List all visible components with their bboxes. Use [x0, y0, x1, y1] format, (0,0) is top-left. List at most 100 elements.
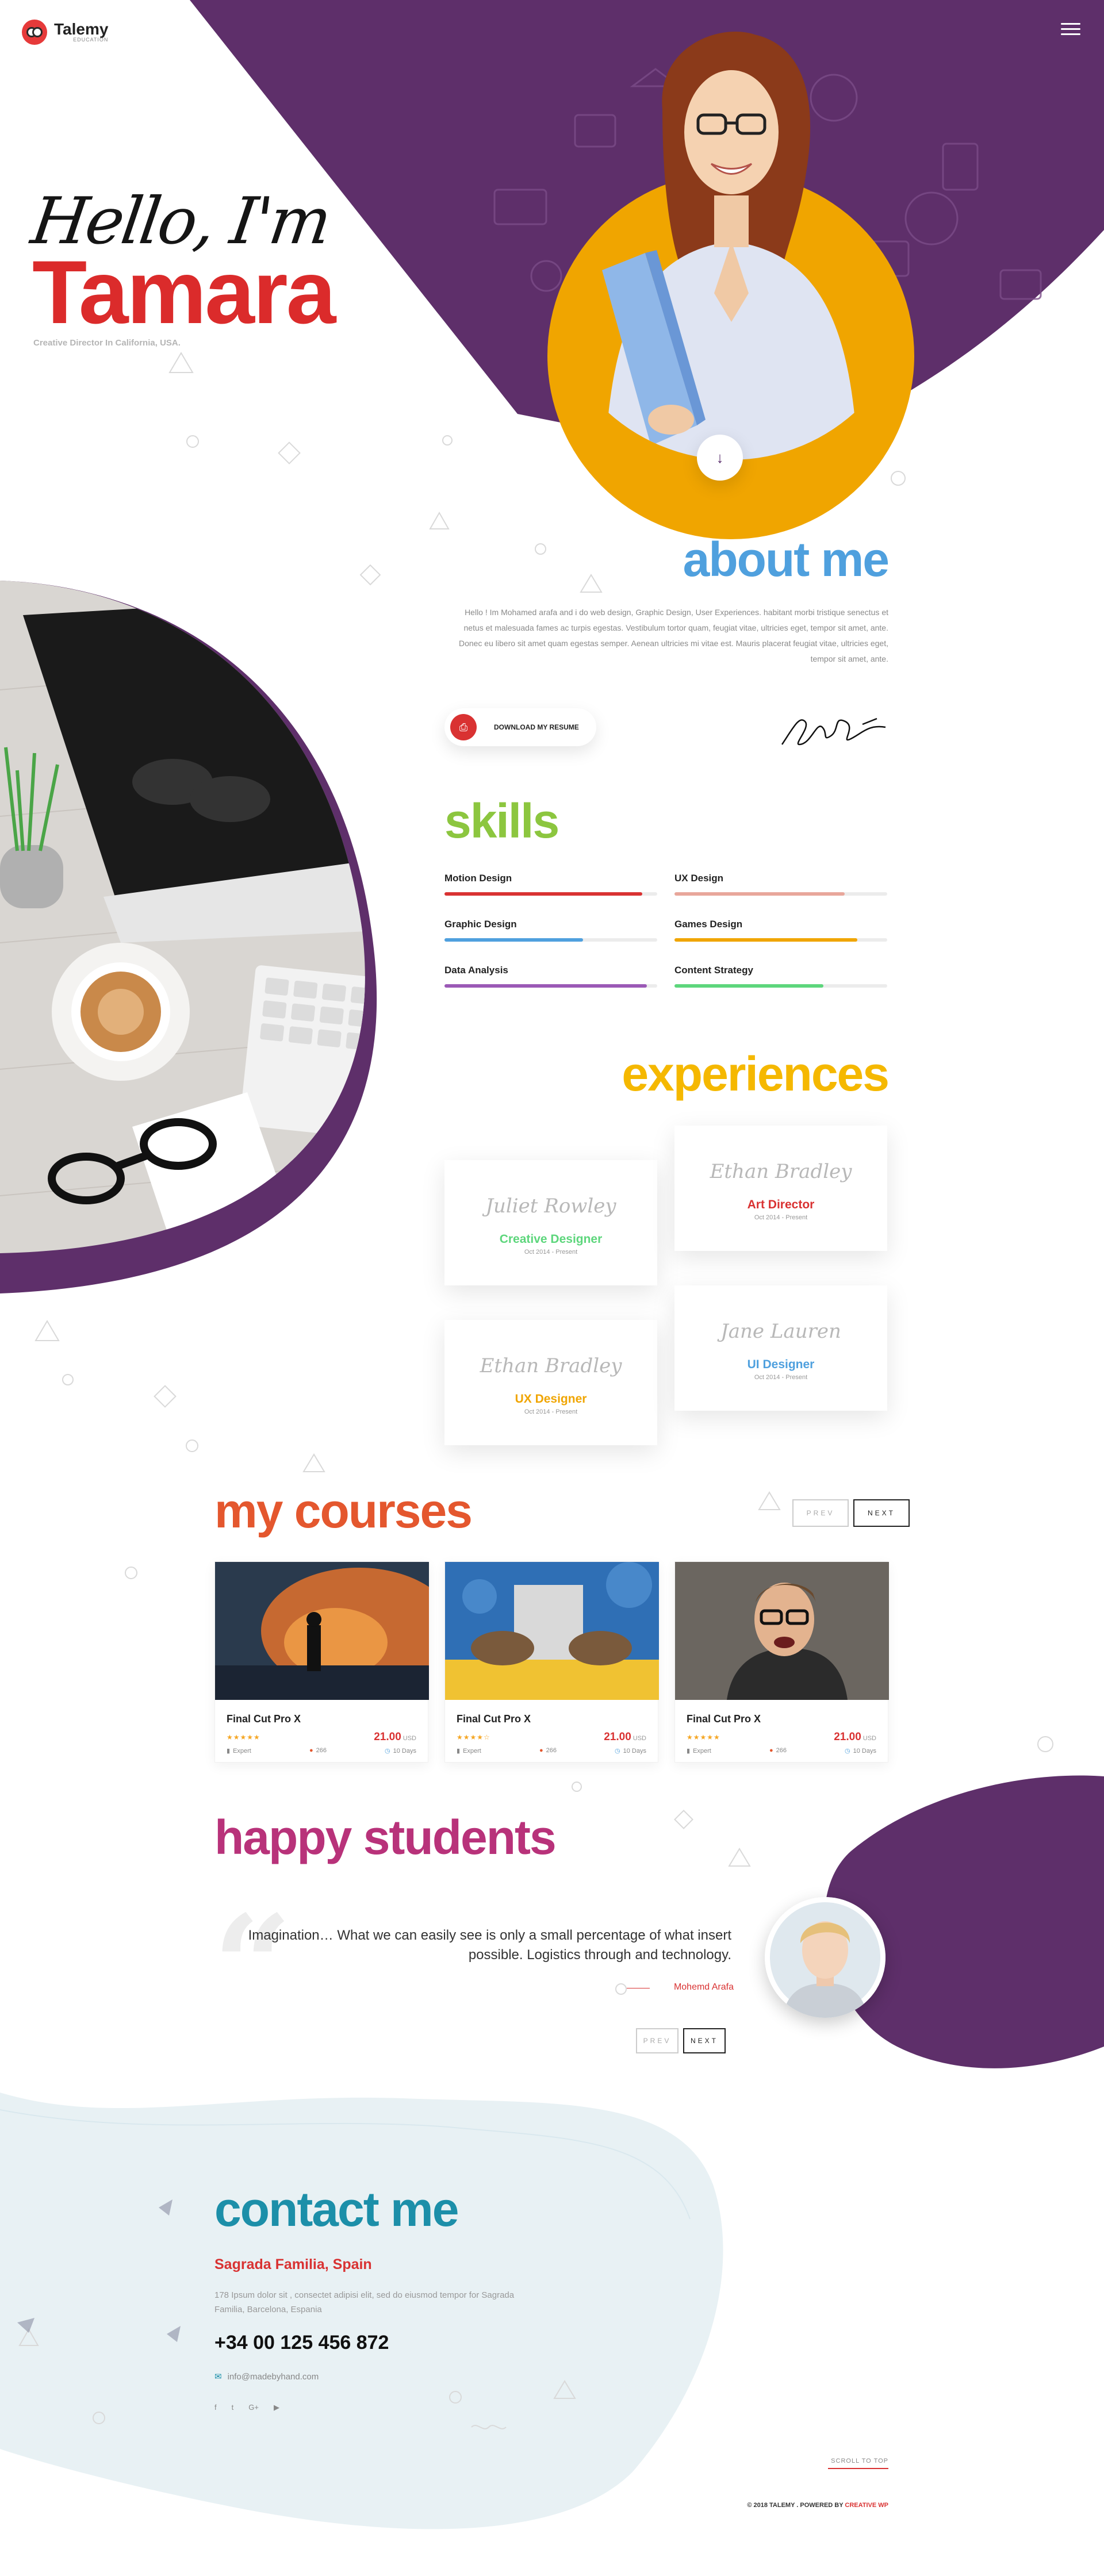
course-level: ▮ Expert — [687, 1748, 711, 1755]
course-students: ● 266 — [769, 1747, 787, 1754]
experience-card[interactable]: Juliet Rowley Creative Designer Oct 2014… — [444, 1160, 657, 1285]
skill-content-strategy: Content Strategy — [674, 965, 887, 988]
experience-card[interactable]: Jane Lauren UI Designer Oct 2014 - Prese… — [674, 1285, 887, 1411]
skill-label: Data Analysis — [444, 965, 508, 976]
arrow-down-icon: ↓ — [716, 448, 724, 466]
google-plus-icon[interactable]: G+ — [248, 2403, 259, 2412]
scroll-to-top-link[interactable]: SCROLL TO TOP — [828, 2458, 888, 2469]
owl-icon: ● — [769, 1747, 773, 1754]
courses-next-button[interactable]: NEXT — [853, 1499, 910, 1527]
skill-label: Content Strategy — [674, 965, 753, 976]
courses-prev-button[interactable]: PREV — [792, 1499, 849, 1527]
course-card[interactable]: Final Cut Pro X ★★★★★ 21.00 USD ▮ Expert ●… — [674, 1561, 889, 1763]
twitter-icon[interactable]: t — [232, 2403, 234, 2412]
testimonial-carousel-nav: PREV NEXT — [636, 2028, 726, 2053]
course-card[interactable]: Final Cut Pro X ★★★★☆ 21.00 USD ▮ Expert ●… — [444, 1561, 659, 1763]
experience-date: Oct 2014 - Present — [524, 1249, 578, 1256]
facebook-icon[interactable]: f — [214, 2403, 217, 2412]
experience-card[interactable]: Ethan Bradley UX Designer Oct 2014 - Pre… — [444, 1320, 657, 1445]
company-logo: Ethan Bradley — [710, 1160, 852, 1183]
course-duration: ◷ 10 Days — [845, 1748, 876, 1755]
logo[interactable]: Talemy EDUCATION — [22, 20, 108, 45]
course-name[interactable]: Final Cut Pro X — [457, 1713, 658, 1725]
course-image — [215, 1562, 457, 1700]
clock-icon: ◷ — [845, 1748, 850, 1755]
skill-label: Games Design — [674, 919, 743, 930]
testimonial-author: Mohemd Arafa — [673, 1982, 734, 1992]
experience-date: Oct 2014 - Present — [754, 1374, 808, 1381]
hero-name: Tamara — [32, 243, 336, 343]
skill-graphic-design: Graphic Design — [444, 919, 657, 942]
signal-icon: ▮ — [227, 1748, 231, 1755]
experience-role: Creative Designer — [499, 1233, 603, 1246]
course-rating: ★★★★★ — [687, 1733, 720, 1741]
owl-icon: ● — [309, 1747, 313, 1754]
skill-bar — [444, 984, 657, 988]
about-text: Hello ! Im Mohamed arafa and i do web de… — [458, 608, 888, 663]
social-links: f t G+ ▶ — [214, 2403, 279, 2412]
copyright: © 2018 TALEMY . POWERED BY CREATIVE WP — [747, 2502, 888, 2509]
owl-logo-icon — [22, 20, 47, 45]
logo-text: Talemy — [54, 20, 109, 38]
students-prev-button[interactable]: PREV — [636, 2028, 678, 2053]
quote-icon: “ — [213, 1885, 293, 2047]
course-price: 21.00 USD — [374, 1731, 416, 1743]
course-price: 21.00 USD — [604, 1731, 646, 1743]
courses-title: my courses — [214, 1484, 473, 1538]
envelope-icon: ✉ — [214, 2372, 222, 2382]
company-logo: Jane Lauren — [720, 1320, 841, 1343]
course-level: ▮ Expert — [457, 1748, 481, 1755]
course-level: ▮ Expert — [227, 1748, 251, 1755]
students-next-button[interactable]: NEXT — [683, 2028, 726, 2053]
experience-card[interactable]: Ethan Bradley Art Director Oct 2014 - Pr… — [674, 1126, 887, 1251]
about-title: about me — [683, 532, 890, 586]
experiences-title: experiences — [622, 1047, 890, 1101]
course-name[interactable]: Final Cut Pro X — [227, 1713, 428, 1725]
hamburger-menu-icon[interactable] — [1061, 23, 1080, 36]
powered-by-link[interactable]: CREATIVE WP — [845, 2502, 888, 2509]
course-price: 21.00 USD — [834, 1731, 876, 1743]
desk-photo — [0, 581, 365, 1253]
signature-image — [781, 717, 886, 746]
contact-email-text: info@madebyhand.com — [227, 2371, 319, 2382]
portrait-photo — [602, 32, 858, 460]
skills-title: skills — [444, 794, 559, 848]
experience-role: Art Director — [747, 1198, 815, 1211]
pdf-icon: ⎙ — [450, 714, 477, 740]
skill-bar — [444, 938, 657, 942]
course-card[interactable]: Final Cut Pro X ★★★★★ 21.00 USD ▮ Expert ●… — [214, 1561, 457, 1763]
contact-email[interactable]: ✉ info@madebyhand.com — [214, 2371, 319, 2382]
skill-bar — [444, 892, 657, 896]
skill-motion-design: Motion Design — [444, 873, 657, 896]
signal-icon: ▮ — [687, 1748, 691, 1755]
testimonial-quote: Imagination… What we can easily see is o… — [248, 1928, 731, 1963]
clock-icon: ◷ — [385, 1748, 390, 1755]
owl-icon: ● — [539, 1747, 543, 1754]
hero-tagline: Creative Director In California, USA. — [33, 338, 181, 348]
company-logo: Juliet Rowley — [485, 1195, 616, 1218]
clock-icon: ◷ — [615, 1748, 620, 1755]
experience-role: UI Designer — [747, 1358, 815, 1371]
youtube-icon[interactable]: ▶ — [274, 2403, 279, 2412]
skill-data-analysis: Data Analysis — [444, 965, 657, 988]
contact-title: contact me — [214, 2182, 459, 2236]
contact-address: 178 Ipsum dolor sit , consectet adipisi … — [214, 2290, 515, 2314]
skill-games-design: Games Design — [674, 919, 887, 942]
download-resume-button[interactable]: ⎙ DOWNLOAD MY RESUME — [444, 708, 596, 746]
course-duration: ◷ 10 Days — [385, 1748, 416, 1755]
skill-ux-design: UX Design — [674, 873, 887, 896]
contact-phone[interactable]: +34 00 125 456 872 — [214, 2332, 389, 2354]
course-image — [445, 1562, 659, 1700]
scroll-down-button[interactable]: ↓ — [697, 435, 743, 481]
experience-date: Oct 2014 - Present — [754, 1214, 808, 1221]
course-duration: ◷ 10 Days — [615, 1748, 646, 1755]
course-name[interactable]: Final Cut Pro X — [687, 1713, 888, 1725]
skill-bar — [674, 892, 887, 896]
course-rating: ★★★★★ — [227, 1733, 260, 1741]
courses-carousel-nav: PREV NEXT — [792, 1499, 910, 1527]
skill-bar — [674, 938, 887, 942]
course-image — [675, 1562, 889, 1700]
signal-icon: ▮ — [457, 1748, 461, 1755]
course-students: ● 266 — [309, 1747, 327, 1754]
experience-role: UX Designer — [515, 1392, 587, 1406]
